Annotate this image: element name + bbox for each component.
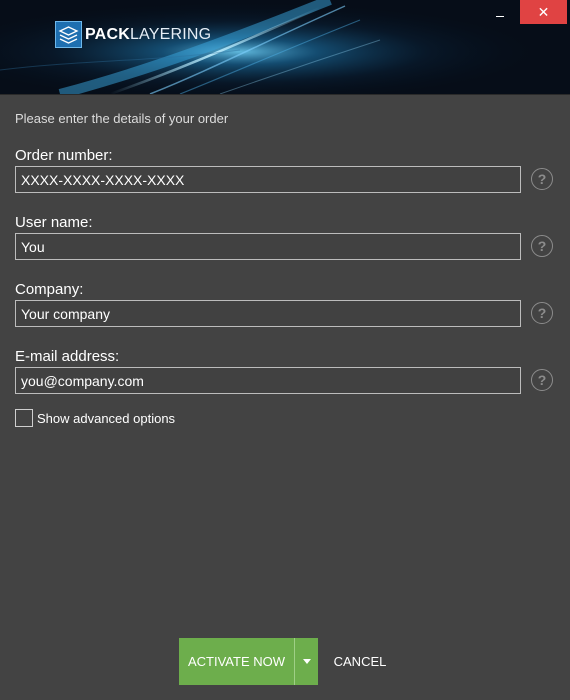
company-label: Company: <box>15 281 84 298</box>
email-help-icon[interactable]: ? <box>531 369 553 391</box>
caret-down-icon <box>302 659 311 664</box>
show-advanced-options[interactable]: Show advanced options <box>15 409 175 427</box>
order-number-label: Order number: <box>15 147 113 164</box>
activate-dropdown-button[interactable] <box>295 638 318 685</box>
order-number-input[interactable] <box>15 166 521 193</box>
advanced-options-label: Show advanced options <box>37 410 176 426</box>
cancel-button[interactable]: CANCEL <box>328 638 392 685</box>
close-button[interactable]: ✕ <box>520 0 567 24</box>
activate-now-button[interactable]: ACTIVATE NOW <box>179 638 294 685</box>
email-input[interactable] <box>15 367 521 394</box>
company-input[interactable] <box>15 300 521 327</box>
company-help-icon[interactable]: ? <box>531 302 553 324</box>
app-logo: PACKLAYERING <box>55 21 211 48</box>
brand-name: PACKLAYERING <box>85 25 212 43</box>
user-name-label: User name: <box>15 214 93 231</box>
user-name-help-icon[interactable]: ? <box>531 235 553 257</box>
order-number-help-icon[interactable]: ? <box>531 168 553 190</box>
intro-text: Please enter the details of your order <box>15 111 229 126</box>
advanced-options-checkbox[interactable] <box>15 409 33 427</box>
close-icon: ✕ <box>537 3 550 20</box>
stacked-layers-icon <box>55 21 82 48</box>
minimize-button[interactable] <box>482 0 518 24</box>
user-name-input[interactable] <box>15 233 521 260</box>
email-label: E-mail address: <box>15 348 120 365</box>
activate-split-button[interactable]: ACTIVATE NOW <box>179 638 318 685</box>
window-header: PACKLAYERING ✕ <box>0 0 570 95</box>
minimize-icon <box>496 15 504 17</box>
